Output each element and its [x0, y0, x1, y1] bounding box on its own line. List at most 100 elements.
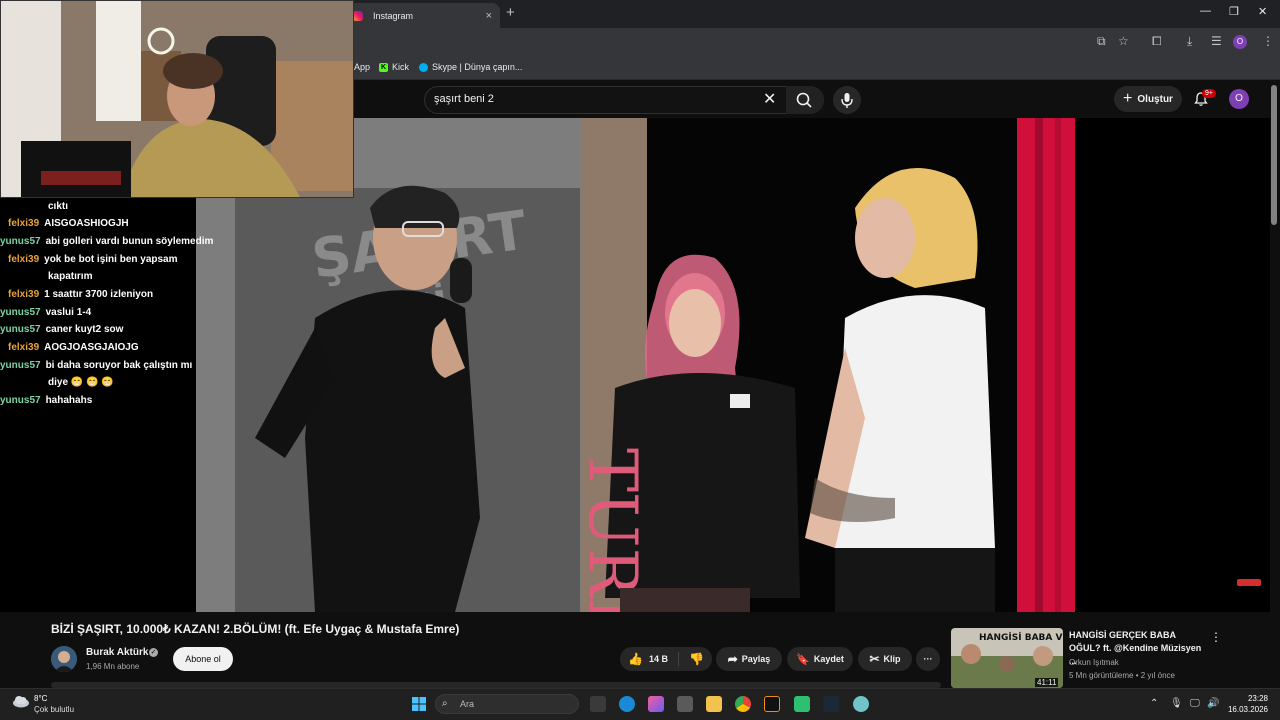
create-button[interactable]: + Oluştur — [1114, 86, 1182, 112]
store-icon[interactable] — [677, 696, 693, 712]
chat-message: yunus57 caner kuyt2 sow — [0, 324, 124, 335]
browser-menu-icon[interactable]: ⋮ — [1262, 34, 1274, 48]
share-button[interactable]: ➦ Paylaş — [716, 647, 782, 671]
chat-username[interactable]: yunus57 — [0, 307, 41, 318]
plus-icon: + — [1123, 90, 1133, 107]
chat-username[interactable]: yunus57 — [0, 360, 41, 371]
video-duration: 41:11 — [1035, 678, 1059, 687]
globe-app-icon[interactable] — [853, 696, 869, 712]
instagram-icon — [353, 10, 363, 21]
steam-icon[interactable] — [823, 696, 839, 712]
chat-message: kapatırım — [48, 271, 93, 282]
edge-icon[interactable] — [619, 696, 635, 712]
more-icon: ··· — [923, 654, 933, 664]
subscribe-button[interactable]: Abone ol — [173, 647, 233, 671]
recommendation-menu-icon[interactable]: ⋮ — [1210, 630, 1222, 644]
bookmark-skype[interactable]: Skype | Dünya çapın... — [419, 62, 522, 72]
notification-count-badge: 9+ — [1202, 89, 1216, 98]
chat-username[interactable]: yunus57 — [0, 395, 41, 406]
tab-instagram[interactable]: Instagram × — [345, 3, 500, 28]
reading-list-icon[interactable]: ☰ — [1211, 34, 1222, 48]
task-view-icon[interactable] — [590, 696, 606, 712]
search-icon: ⌕ — [442, 698, 448, 709]
chat-username[interactable]: felxi39 — [8, 289, 39, 300]
chat-username[interactable]: yunus57 — [0, 324, 41, 335]
webcam-frame — [1, 1, 353, 197]
youtube-account-avatar[interactable]: O — [1229, 89, 1249, 109]
cloud-icon[interactable] — [12, 694, 30, 708]
taskbar-date[interactable]: 16.03.2026 — [1222, 705, 1268, 714]
scissors-icon: ✂ — [869, 652, 880, 666]
chat-username[interactable]: felxi39 — [8, 342, 39, 353]
start-windows-icon[interactable] — [411, 696, 427, 712]
chrome-icon[interactable] — [735, 696, 751, 712]
streamer-webcam — [0, 0, 354, 198]
video-title: BİZİ ŞAŞIRT, 10.000₺ KAZAN! 2.BÖLÜM! (ft… — [51, 622, 460, 636]
page-scrollbar[interactable] — [1271, 85, 1277, 225]
like-button[interactable]: 👍 14 B — [628, 652, 679, 666]
chat-message: yunus57 hahahahs — [0, 395, 93, 406]
chat-message: yunus57 vaslui 1-4 — [0, 307, 92, 318]
chat-username[interactable]: felxi39 — [8, 218, 39, 229]
player-letterbox — [1075, 118, 1270, 612]
search-icon — [796, 92, 812, 108]
clear-search-icon[interactable]: ✕ — [763, 89, 776, 109]
windows-taskbar — [0, 688, 1280, 720]
extensions-icon[interactable]: ⧠ — [1152, 34, 1162, 49]
copilot-icon[interactable] — [648, 696, 664, 712]
chat-message: felxi39 AISGOASHIOGJH — [8, 218, 129, 229]
chat-message: yunus57 bi daha soruyor bak çalıştın mı — [0, 360, 193, 371]
volume-icon[interactable]: 🔊 — [1207, 698, 1219, 709]
close-window-icon[interactable]: ✕ — [1258, 5, 1267, 18]
verified-icon: ✓ — [149, 648, 158, 657]
taskbar-search[interactable]: Ara — [435, 694, 579, 714]
weather-description: Çok bulutlu — [34, 705, 75, 714]
svg-text:TURK: TURK — [574, 448, 651, 612]
bookmark-app[interactable]: App — [354, 62, 370, 72]
file-explorer-icon[interactable] — [706, 696, 722, 712]
subscriber-count: 1,96 Mn abone — [86, 662, 140, 671]
kick-icon: K — [379, 62, 388, 72]
chat-username[interactable]: felxi39 — [8, 254, 39, 265]
recording-indicator — [1237, 579, 1261, 586]
chat-message: yunus57 abi golleri vardı bunun söylemedi… — [0, 236, 214, 247]
thumbs-down-icon: 👎 — [689, 652, 704, 666]
minimize-icon[interactable]: — — [1200, 5, 1211, 17]
downloads-icon[interactable]: ⤓ — [1187, 34, 1192, 49]
chat-username[interactable]: yunus57 — [0, 236, 41, 247]
green-app-icon[interactable] — [794, 696, 810, 712]
new-tab-button[interactable]: + — [506, 4, 515, 21]
app-icon[interactable] — [764, 696, 780, 712]
share-icon: ➦ — [727, 652, 738, 666]
browser-profile-avatar[interactable]: O — [1233, 35, 1247, 49]
bookmark-star-icon[interactable]: ☆ — [1118, 34, 1129, 48]
channel-name[interactable]: Burak Aktürk — [86, 647, 148, 658]
more-actions-button[interactable]: ··· — [916, 647, 940, 671]
stream-chat: cıktı felxi39 AISGOASHIOGJH yunus57 abi go… — [0, 198, 213, 612]
install-app-icon[interactable]: ⧉ — [1097, 34, 1106, 49]
search-input[interactable]: şaşırt beni 2 — [434, 93, 494, 105]
microphone-tray-icon[interactable]: 🎙 — [1170, 698, 1183, 709]
search-button[interactable] — [786, 86, 824, 114]
weather-temperature: 8°C — [34, 694, 48, 703]
restore-icon[interactable]: ❐ — [1229, 5, 1239, 18]
channel-avatar[interactable] — [51, 646, 77, 672]
clip-button[interactable]: ✂ Klip — [858, 647, 912, 671]
taskbar-clock[interactable]: 23:28 — [1232, 694, 1268, 703]
skype-icon — [419, 62, 428, 72]
tab-title: Instagram — [373, 10, 414, 21]
chat-message: cıktı — [48, 201, 69, 212]
channel-avatar-image — [51, 646, 77, 672]
chat-message: felxi39 AOGJOASGJAIOJG — [8, 342, 139, 353]
bookmark-kick[interactable]: K Kick — [379, 62, 409, 72]
dislike-button[interactable]: 👎 — [683, 652, 704, 666]
recommended-channel[interactable]: Orkun Işıtmak — [1069, 658, 1119, 667]
tray-overflow-icon[interactable]: ⌃ — [1150, 698, 1158, 709]
voice-search-button[interactable] — [833, 86, 861, 114]
tab-close-icon[interactable]: × — [486, 10, 492, 22]
thumbs-up-icon: 👍 — [628, 652, 643, 666]
chat-message: diye 😁 😁 😁 — [48, 377, 114, 388]
save-button[interactable]: 🔖 Kaydet — [787, 647, 853, 671]
like-dislike-group: 👍 14 B 👎 — [620, 647, 712, 671]
display-tray-icon[interactable]: 🖵 — [1190, 698, 1200, 709]
